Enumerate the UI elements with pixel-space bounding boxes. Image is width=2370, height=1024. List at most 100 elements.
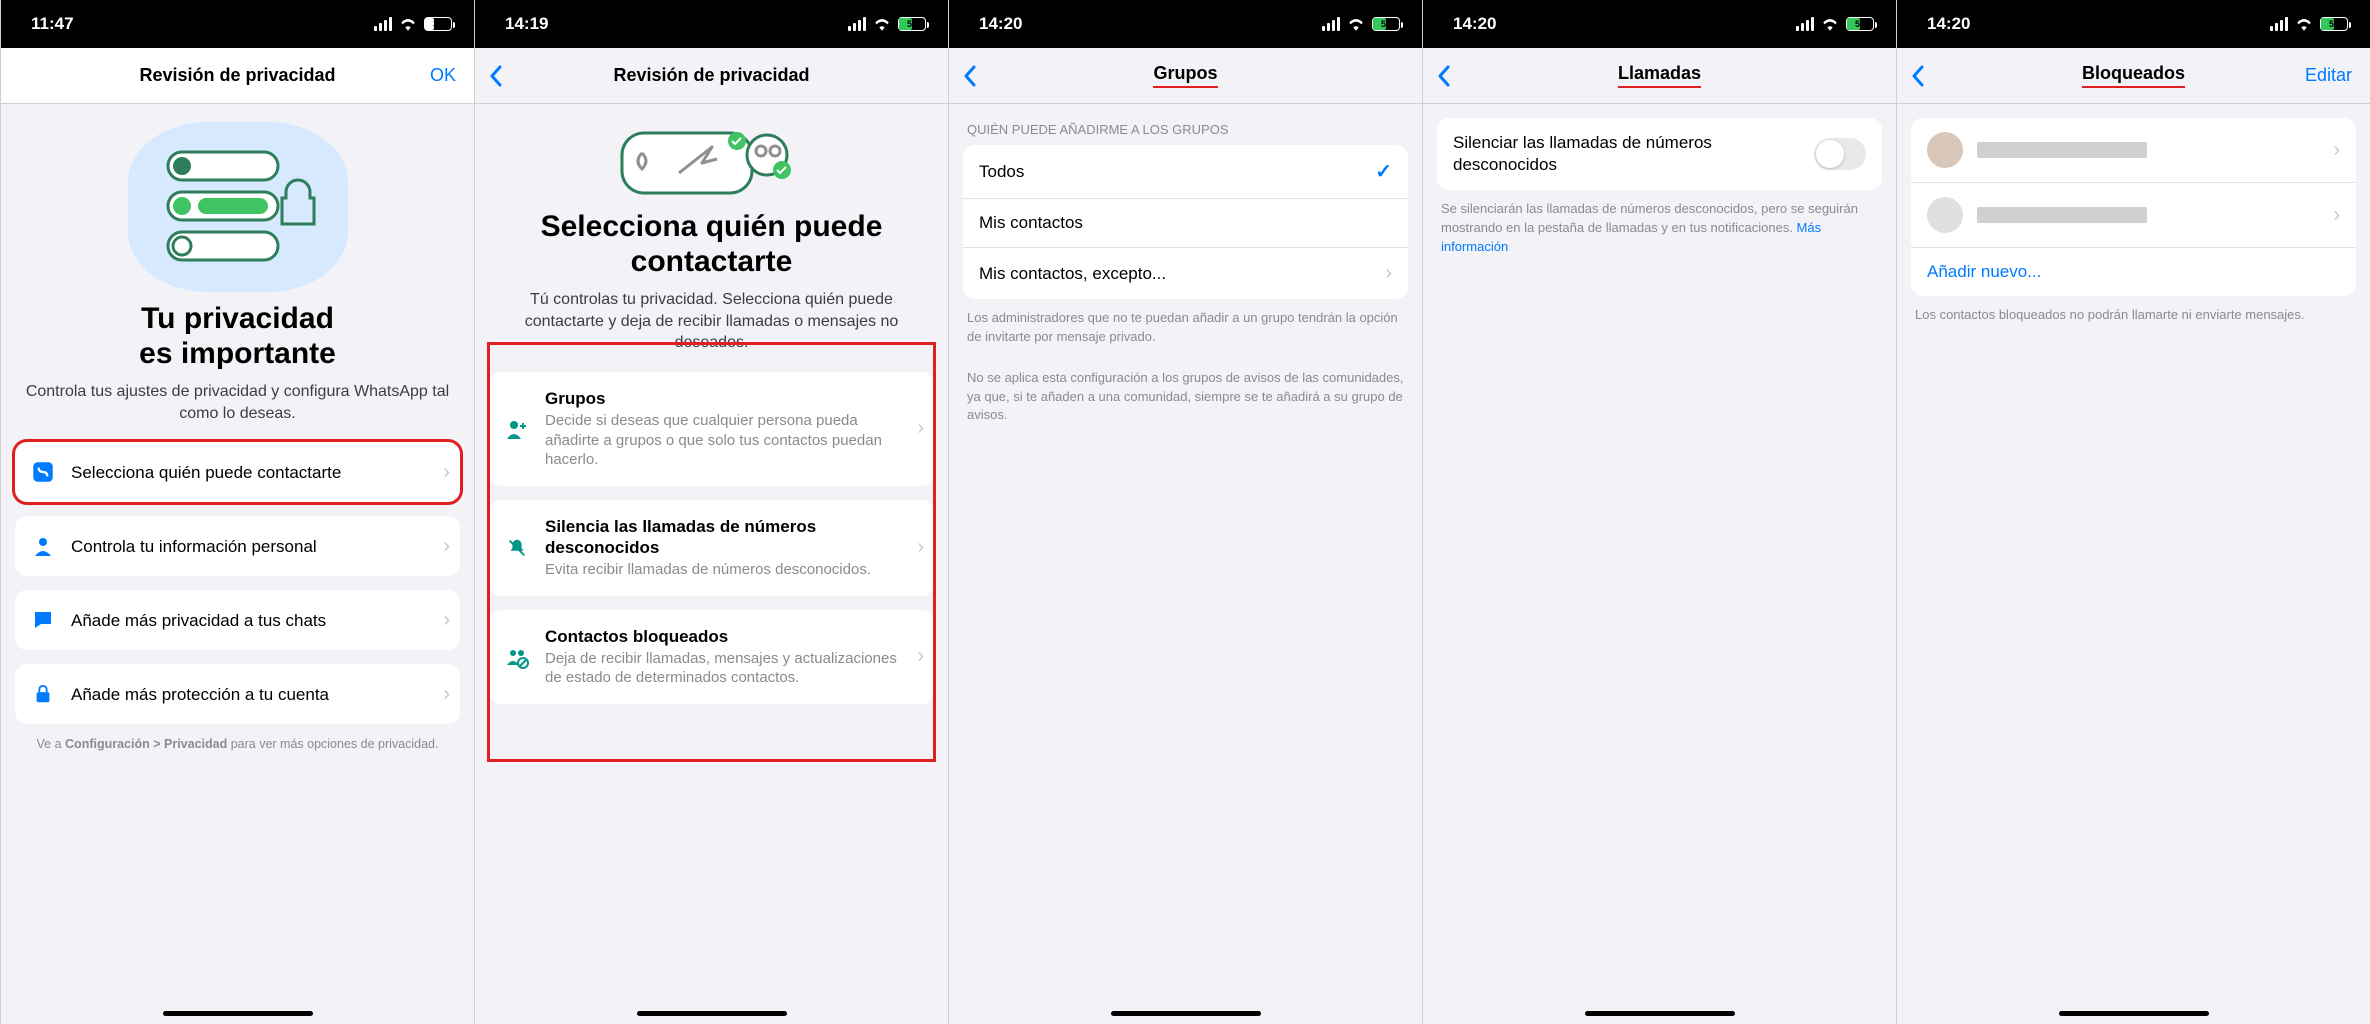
- chevron-right-icon: ›: [2333, 204, 2340, 227]
- chevron-left-icon: [963, 65, 977, 87]
- settings-card[interactable]: Selecciona quién puede contactarte›: [15, 442, 460, 502]
- section-header: QUIÉN PUEDE AÑADIRME A LOS GRUPOS: [949, 104, 1422, 145]
- settings-card[interactable]: Contactos bloqueadosDeja de recibir llam…: [489, 610, 934, 704]
- card-description: Deja de recibir llamadas, mensajes y act…: [545, 649, 920, 688]
- settings-card[interactable]: Silencia las llamadas de números descono…: [489, 500, 934, 596]
- status-icons: 51: [1322, 17, 1400, 31]
- redacted-name: [1977, 142, 2147, 158]
- battery-icon: 51: [1372, 17, 1400, 31]
- chevron-left-icon: [1437, 65, 1451, 87]
- add-new-label: Añadir nuevo...: [1927, 262, 2041, 282]
- status-bar: 14:19 50: [475, 0, 948, 48]
- card-description: Decide si deseas que cualquier persona p…: [545, 411, 920, 470]
- screen-groups: 14:20 51 Grupos QUIÉN PUEDE AÑADIRME A L…: [948, 0, 1422, 1024]
- group-option-row[interactable]: Mis contactos: [963, 199, 1408, 248]
- settings-card[interactable]: Añade más privacidad a tus chats›: [15, 590, 460, 650]
- home-indicator: [1585, 1011, 1735, 1016]
- option-label: Todos: [979, 162, 1024, 182]
- chat-bubble-icon: [29, 606, 57, 634]
- signal-icon: [2270, 17, 2288, 31]
- section-footer: Se silenciarán las llamadas de números d…: [1423, 190, 1896, 257]
- status-icons: 51: [1796, 17, 1874, 31]
- chevron-left-icon: [1911, 65, 1925, 87]
- mute-bell-icon: [503, 534, 531, 562]
- signal-icon: [848, 17, 866, 31]
- status-bar: 14:20 51: [1897, 0, 2370, 48]
- nav-title: Grupos: [1153, 63, 1217, 88]
- card-title: Selecciona quién puede contactarte: [71, 462, 446, 483]
- back-button[interactable]: [1437, 48, 1451, 103]
- status-bar: 11:47 35: [1, 0, 474, 48]
- card-title: Añade más privacidad a tus chats: [71, 610, 446, 631]
- status-bar: 14:20 51: [1423, 0, 1896, 48]
- chevron-right-icon: ›: [1385, 262, 1392, 285]
- group-option-row[interactable]: Mis contactos, excepto... ›: [963, 248, 1408, 299]
- nav-bar: Revisión de privacidad: [475, 48, 948, 104]
- chevron-left-icon: [489, 65, 503, 87]
- chevron-right-icon: ›: [443, 535, 450, 558]
- status-icons: 51: [2270, 17, 2348, 31]
- footnote: Ve a Configuración > Privacidad para ver…: [1, 724, 474, 754]
- checkmark-icon: ✓: [1375, 159, 1392, 184]
- back-button[interactable]: [1911, 48, 1925, 103]
- blocked-contact-row[interactable]: ›: [1911, 183, 2356, 248]
- chevron-right-icon: ›: [917, 536, 924, 559]
- silence-unknown-row[interactable]: Silenciar las llamadas de números descon…: [1437, 118, 1882, 190]
- edit-button[interactable]: Editar: [2305, 48, 2352, 103]
- battery-icon: 50: [898, 17, 926, 31]
- calls-list: Silenciar las llamadas de números descon…: [1437, 118, 1882, 190]
- page-subtitle: Tú controlas tu privacidad. Selecciona q…: [475, 289, 948, 354]
- settings-card[interactable]: GruposDecide si deseas que cualquier per…: [489, 372, 934, 486]
- back-button[interactable]: [489, 48, 503, 103]
- page-title: Selecciona quién puede contactarte: [475, 210, 948, 279]
- blocked-list: › › Añadir nuevo...: [1911, 118, 2356, 296]
- group-add-icon: [503, 415, 531, 443]
- card-title: Silencia las llamadas de números descono…: [545, 516, 920, 559]
- nav-bar: Revisión de privacidad OK: [1, 48, 474, 104]
- status-clock: 14:20: [1927, 14, 1970, 34]
- screen-privacy-overview: 11:47 35 Revisión de privacidad OK: [0, 0, 474, 1024]
- person-icon: [29, 532, 57, 560]
- nav-ok-button[interactable]: OK: [430, 48, 456, 103]
- chevron-right-icon: ›: [2333, 139, 2340, 162]
- group-options-list: Todos✓Mis contactosMis contactos, except…: [963, 145, 1408, 299]
- status-bar: 14:20 51: [949, 0, 1422, 48]
- contact-hero-illustration: [612, 114, 812, 204]
- nav-title: Bloqueados: [2082, 63, 2185, 88]
- card-description: Evita recibir llamadas de números descon…: [545, 560, 920, 580]
- redacted-name: [1977, 207, 2147, 223]
- card-list: GruposDecide si deseas que cualquier per…: [475, 354, 948, 704]
- chevron-right-icon: ›: [917, 417, 924, 440]
- back-button[interactable]: [963, 48, 977, 103]
- battery-icon: 35: [424, 17, 452, 31]
- screen-calls: 14:20 51 Llamadas Silenciar las llamadas…: [1422, 0, 1896, 1024]
- home-indicator: [2059, 1011, 2209, 1016]
- card-title: Grupos: [545, 388, 920, 409]
- battery-icon: 51: [1846, 17, 1874, 31]
- signal-icon: [1322, 17, 1340, 31]
- group-option-row[interactable]: Todos ✓: [963, 145, 1408, 199]
- blocked-contacts-icon: [503, 643, 531, 671]
- status-clock: 14:20: [979, 14, 1022, 34]
- signal-icon: [374, 17, 392, 31]
- wifi-icon: [2295, 17, 2313, 31]
- settings-card[interactable]: Controla tu información personal›: [15, 516, 460, 576]
- settings-card[interactable]: Añade más protección a tu cuenta›: [15, 664, 460, 724]
- page-subtitle: Controla tus ajustes de privacidad y con…: [1, 381, 474, 424]
- blocked-contact-row[interactable]: ›: [1911, 118, 2356, 183]
- page-title: Tu privacidades importante: [1, 302, 474, 371]
- toggle-switch[interactable]: [1814, 138, 1866, 170]
- add-new-row[interactable]: Añadir nuevo...: [1911, 248, 2356, 296]
- wifi-icon: [1347, 17, 1365, 31]
- signal-icon: [1796, 17, 1814, 31]
- nav-bar: Bloqueados Editar: [1897, 48, 2370, 104]
- chevron-right-icon: ›: [443, 461, 450, 484]
- section-footer: Los administradores que no te puedan aña…: [949, 299, 1422, 347]
- avatar: [1927, 197, 1963, 233]
- avatar: [1927, 132, 1963, 168]
- card-list: Selecciona quién puede contactarte›Contr…: [1, 424, 474, 724]
- privacy-hero-illustration: [128, 122, 348, 292]
- status-clock: 14:20: [1453, 14, 1496, 34]
- option-label: Mis contactos, excepto...: [979, 264, 1166, 284]
- card-title: Añade más protección a tu cuenta: [71, 684, 446, 705]
